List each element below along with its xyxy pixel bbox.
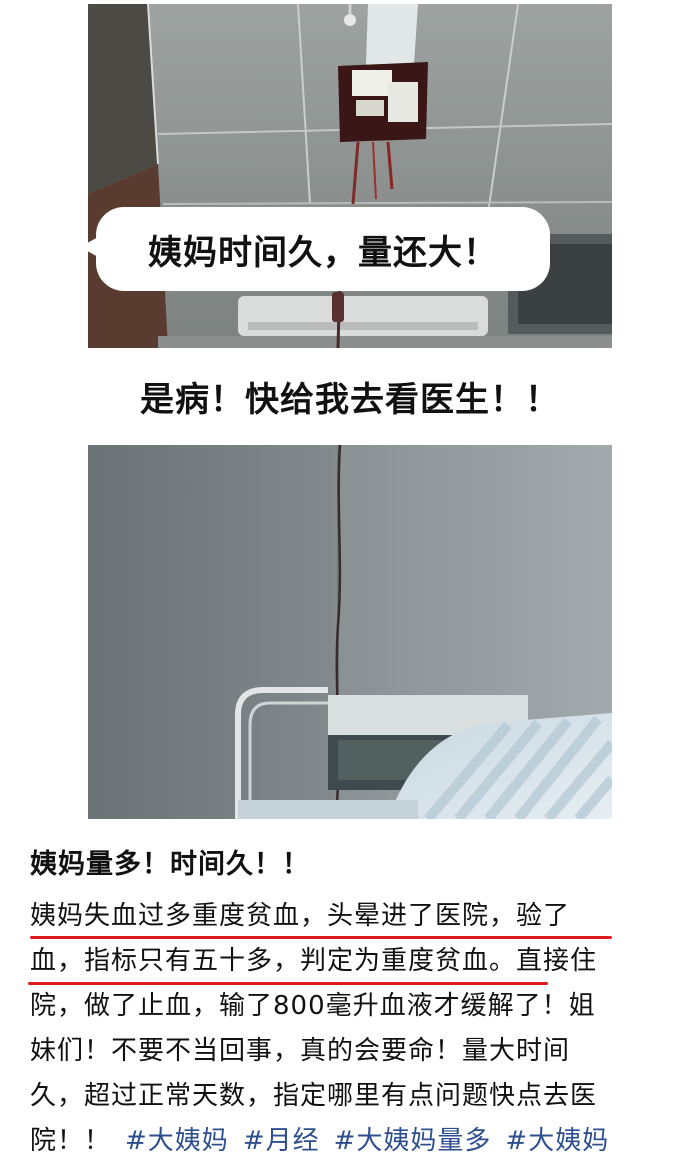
post-body-line: 姨妈失血过多重度贫血，头晕进了医院，验了 <box>30 901 571 931</box>
post-body-last-line: 院！！ #大姨妈 #月经 #大姨妈量多 #大姨妈 <box>30 1119 670 1164</box>
post-body-line: 妹们！不要不当回事，真的会要命！量大时间 <box>30 1036 571 1066</box>
hospital-bed-photo <box>88 445 612 819</box>
hashtag-link[interactable]: #大姨妈 <box>125 1126 229 1156</box>
highlight-underline <box>28 982 548 985</box>
headline-text: 是病！快给我去看医生！！ <box>140 380 560 420</box>
hashtag-link[interactable]: #大姨妈量多 <box>334 1126 492 1156</box>
post-body: 姨妈失血过多重度贫血，头晕进了医院，验了 血，指标只有五十多，判定为重度贫血。直… <box>30 894 670 1164</box>
post-body-line: 久，超过正常天数，指定哪里有点问题快点去医 <box>30 1081 598 1111</box>
post-body-line: 血，指标只有五十多，判定为重度贫血。直接住 <box>30 946 598 976</box>
post-title: 姨妈量多！时间久！！ <box>30 849 310 880</box>
hashtag-link[interactable]: #大姨妈 <box>505 1126 609 1156</box>
hashtag-link[interactable]: #月经 <box>243 1126 320 1156</box>
post-body-line: 院，做了止血，输了800毫升血液才缓解了！姐 <box>30 991 596 1021</box>
transfusion-bag-photo <box>88 4 612 348</box>
speech-bubble: 姨妈时间久，量还大！ <box>96 207 550 291</box>
post-body-line-end: 院！！ <box>30 1126 112 1156</box>
highlight-underline <box>30 936 612 939</box>
